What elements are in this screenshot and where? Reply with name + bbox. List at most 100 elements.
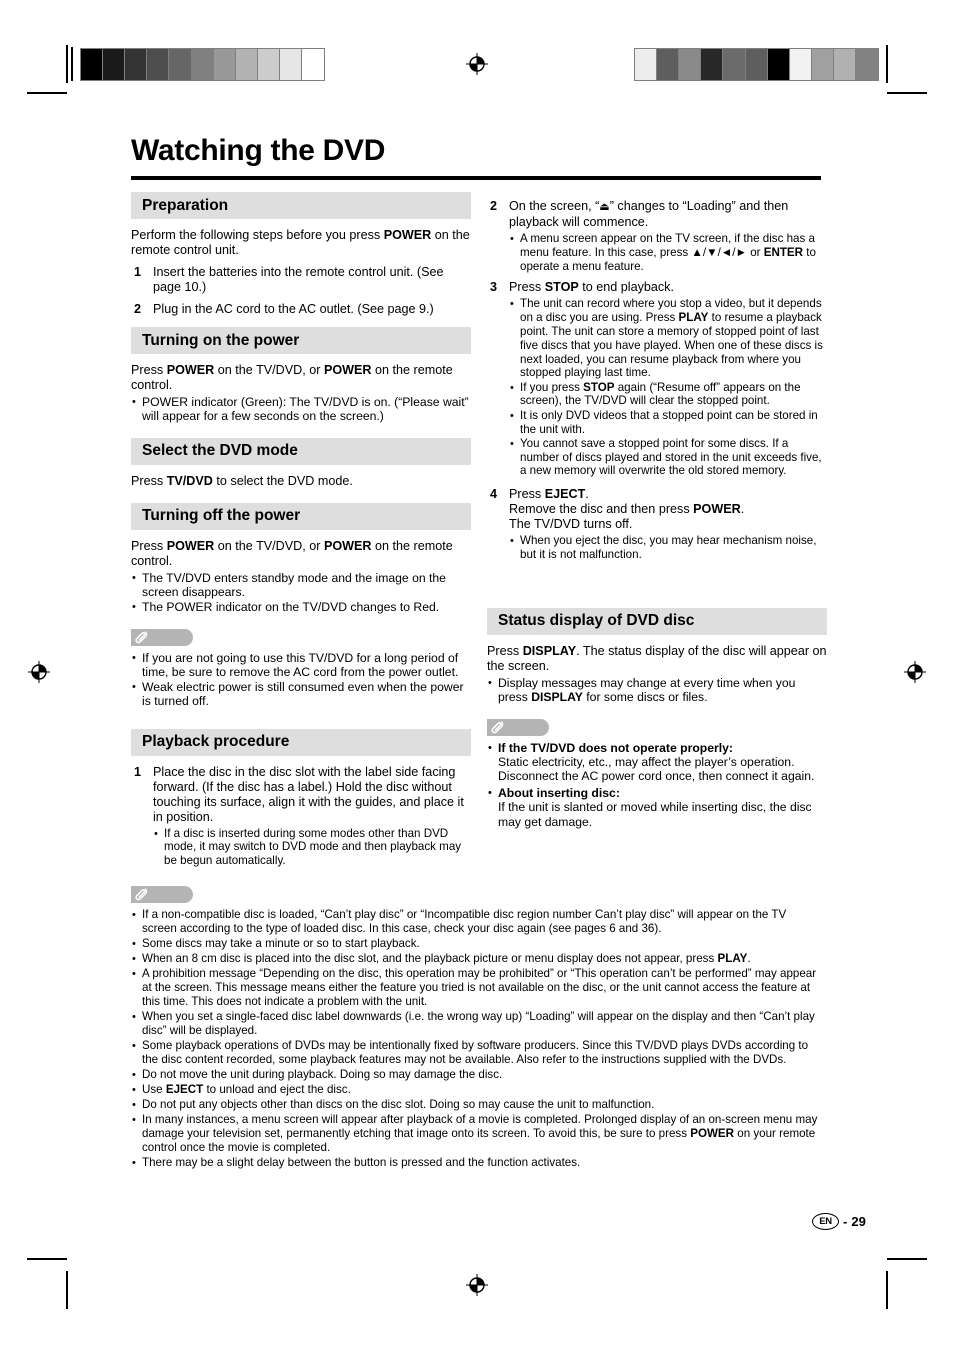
bottom-notes-block: If a non-compatible disc is loaded, “Can…: [131, 886, 821, 1171]
paperclip-icon: [135, 888, 148, 901]
step-text: Insert the batteries into the remote con…: [153, 265, 444, 294]
note-tab-right: [487, 718, 549, 736]
step-text: Place the disc in the disc slot with the…: [153, 764, 464, 824]
section-heading-status-display-of-dvd-disc: Status display of DVD disc: [487, 607, 827, 635]
right-column: 2 On the screen, “⏏” changes to “Loading…: [487, 192, 827, 830]
list-item: Some discs may take a minute or so to st…: [131, 937, 821, 952]
page-title: Watching the DVD: [131, 134, 386, 167]
wedge-swatch-5: [191, 49, 214, 80]
list-item: When an 8 cm disc is placed into the dis…: [131, 952, 821, 967]
step2-bullets: A menu screen appear on the TV screen, i…: [509, 232, 827, 273]
page-number: 29: [851, 1214, 866, 1229]
note-tab-left: [131, 628, 193, 646]
list-item: 2 On the screen, “⏏” changes to “Loading…: [487, 199, 827, 273]
select-mode-intro: Press TV/DVD to select the DVD mode.: [131, 473, 353, 488]
wedge-swatch-4: [169, 49, 192, 80]
list-item: The TV/DVD enters standby mode and the i…: [131, 571, 471, 600]
crop-mark-top-left-vertical: [66, 45, 68, 83]
paperclip-icon: [135, 630, 148, 643]
list-item: A prohibition message “Depending on the …: [131, 967, 821, 1010]
page-footer: EN - 29: [812, 1213, 866, 1230]
note-bullets-right: If the TV/DVD does not operate properly:…: [487, 741, 827, 829]
playback-steps: 1 Place the disc in the disc slot with t…: [131, 765, 471, 868]
registration-target-icon-right: [904, 661, 926, 683]
registration-target-icon-bottom: [466, 1274, 488, 1296]
wedge-swatch-8: [811, 49, 834, 80]
list-item: A menu screen appear on the TV screen, i…: [509, 232, 827, 273]
wedge-swatch-4: [723, 49, 746, 80]
list-item: If a disc is inserted during some modes …: [153, 827, 471, 868]
playback-sub-bullets: If a disc is inserted during some modes …: [153, 827, 471, 868]
list-item: When you eject the disc, you may hear me…: [509, 534, 827, 562]
bottom-notes-bullets: If a non-compatible disc is loaded, “Can…: [131, 908, 821, 1171]
list-item: It is only DVD videos that a stopped poi…: [509, 409, 827, 437]
wedge-swatch-6: [213, 49, 236, 80]
wedge-swatch-5: [745, 49, 768, 80]
turning-on-bullets: POWER indicator (Green): The TV/DVD is o…: [131, 395, 471, 424]
wedge-rule-right: [886, 47, 888, 81]
crop-mark-bottom-left-horizontal: [27, 1258, 67, 1260]
step-number: 1: [134, 265, 142, 279]
list-item: If you are not going to use this TV/DVD …: [131, 651, 471, 680]
list-item: Do not move the unit during playback. Do…: [131, 1068, 821, 1083]
locale-badge: EN: [812, 1213, 839, 1230]
preparation-steps: 1 Insert the batteries into the remote co…: [131, 265, 471, 317]
preparation-intro: Perform the following steps before you p…: [131, 228, 470, 257]
list-item: There may be a slight delay between the …: [131, 1156, 821, 1171]
wedge-swatch-2: [125, 49, 148, 80]
wedge-swatch-0: [81, 49, 104, 80]
step3-bullets: The unit can record where you stop a vid…: [509, 297, 827, 478]
crop-mark-bottom-left-vertical: [66, 1271, 68, 1309]
grayscale-step-wedge-left: [80, 48, 325, 81]
section-heading-turning-on-the-power: Turning on the power: [131, 327, 471, 354]
wedge-swatch-3: [147, 49, 170, 80]
step-number: 3: [490, 280, 498, 295]
list-item: If you press STOP again (“Resume off” ap…: [509, 381, 827, 409]
step-number: 2: [134, 302, 142, 316]
left-column: Preparation Perform the following steps …: [131, 192, 471, 875]
note-tab-bottom: [131, 886, 193, 903]
list-item: If the TV/DVD does not operate properly:…: [487, 741, 827, 784]
title-underline-rule: [131, 176, 821, 180]
step-number: 2: [490, 199, 498, 213]
section-heading-select-the-dvd-mode: Select the DVD mode: [131, 437, 471, 465]
wedge-swatch-2: [679, 49, 702, 80]
wedge-swatch-6: [767, 49, 790, 80]
list-item: When you set a single-faced disc label d…: [131, 1010, 821, 1039]
turning-on-intro: Press POWER on the TV/DVD, or POWER on t…: [131, 363, 453, 392]
list-item: In many instances, a menu screen will ap…: [131, 1113, 821, 1156]
list-item: You cannot save a stopped point for some…: [509, 437, 827, 478]
crop-mark-bottom-right-vertical: [886, 1271, 888, 1309]
right-steps: 2 On the screen, “⏏” changes to “Loading…: [487, 199, 827, 562]
note-bullets-left: If you are not going to use this TV/DVD …: [131, 651, 471, 709]
step-number: 1: [134, 764, 142, 779]
step-text: Press STOP to end playback.: [509, 280, 674, 295]
step-text: Press EJECT. Remove the disc and then pre…: [509, 487, 745, 532]
list-item: Do not put any objects other than discs …: [131, 1098, 821, 1113]
wedge-swatch-10: [302, 49, 325, 80]
grayscale-step-wedge-right: [634, 48, 879, 81]
list-item: 1 Place the disc in the disc slot with t…: [131, 765, 471, 868]
step-text: On the screen, “⏏” changes to “Loading” …: [509, 199, 789, 229]
wedge-swatch-9: [833, 49, 857, 80]
step-text: Plug in the AC cord to the AC outlet. (S…: [153, 302, 434, 316]
list-item: 1 Insert the batteries into the remote co…: [131, 265, 471, 295]
turning-off-bullets: The TV/DVD enters standby mode and the i…: [131, 571, 471, 615]
step4-bullets: When you eject the disc, you may hear me…: [509, 534, 827, 562]
crop-mark-bottom-right-horizontal: [887, 1258, 927, 1260]
list-item: If a non-compatible disc is loaded, “Can…: [131, 908, 821, 937]
list-item: About inserting disc:If the unit is slan…: [487, 786, 827, 829]
wedge-swatch-0: [635, 49, 658, 80]
wedge-swatch-3: [701, 49, 724, 80]
manual-page: Watching the DVD Preparation Perform the…: [0, 0, 954, 1350]
wedge-swatch-10: [856, 49, 879, 80]
list-item: Weak electric power is still consumed ev…: [131, 680, 471, 709]
wedge-swatch-7: [789, 49, 812, 80]
crop-mark-top-left-horizontal: [27, 92, 67, 94]
list-item: Some playback operations of DVDs may be …: [131, 1039, 821, 1068]
wedge-swatch-1: [103, 49, 126, 80]
wedge-swatch-8: [257, 49, 280, 80]
footer-separator: -: [843, 1214, 848, 1229]
list-item: The POWER indicator on the TV/DVD change…: [131, 600, 471, 615]
list-item: Use EJECT to unload and eject the disc.: [131, 1083, 821, 1098]
